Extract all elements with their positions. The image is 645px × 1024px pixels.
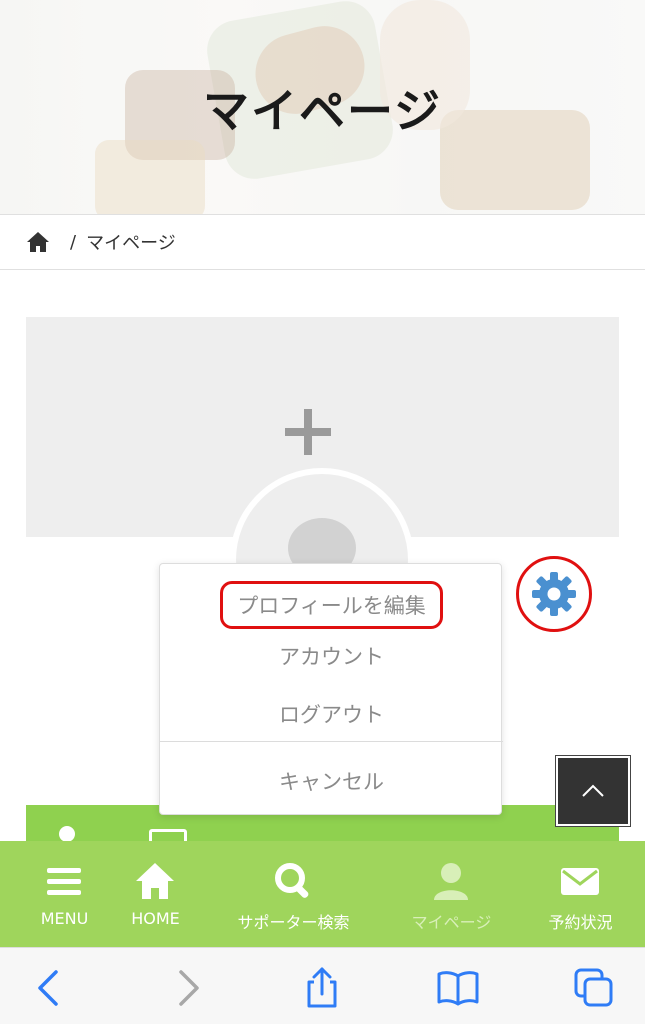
gear-icon [532, 572, 576, 616]
page-title: マイページ [202, 84, 443, 138]
menu-item-cancel[interactable]: キャンセル [160, 766, 503, 796]
nav-label-home: HOME [131, 909, 180, 928]
bottom-nav: MENU HOME サポーター検索 マイページ 予約状況 [0, 841, 645, 947]
forward-icon[interactable] [165, 966, 209, 1010]
chevron-up-icon [582, 784, 604, 797]
browser-toolbar [0, 947, 645, 1024]
breadcrumb-current: マイページ [86, 233, 176, 254]
plus-icon[interactable] [283, 407, 333, 457]
settings-dropdown-menu: プロフィールを編集 アカウント ログアウト キャンセル [159, 563, 503, 815]
hero-banner: マイページ [0, 0, 645, 214]
tabs-icon[interactable] [572, 966, 616, 1010]
highlight-box[interactable]: プロフィールを編集 [220, 581, 443, 629]
menu-item-edit-profile[interactable]: プロフィールを編集 [160, 581, 503, 629]
breadcrumb: / マイページ [0, 214, 645, 270]
back-to-top-button[interactable] [555, 755, 631, 827]
app-root: マイページ / マイページ プロフィールを編集 アカウント ログアウト キャンセ… [0, 0, 645, 1024]
nav-item-search[interactable]: サポーター検索 [229, 841, 358, 947]
bookmarks-icon[interactable] [436, 966, 480, 1010]
user-icon [431, 861, 471, 901]
nav-label-mypage: マイページ [411, 913, 492, 932]
menu-item-account[interactable]: アカウント [160, 641, 503, 671]
nav-label-reservations: 予約状況 [548, 913, 613, 932]
search-icon [273, 861, 313, 901]
nav-item-mypage[interactable]: マイページ [387, 841, 516, 947]
menu-item-logout[interactable]: ログアウト [160, 699, 503, 729]
nav-label-search: サポーター検索 [237, 913, 350, 932]
nav-item-reservations[interactable]: 予約状況 [516, 841, 645, 947]
back-icon[interactable] [28, 966, 72, 1010]
menu-icon [44, 861, 84, 901]
settings-button[interactable] [516, 556, 592, 632]
share-icon[interactable] [300, 966, 344, 1010]
breadcrumb-separator: / [70, 231, 77, 253]
home-icon[interactable] [26, 231, 50, 253]
nav-item-home[interactable]: HOME [91, 841, 220, 947]
mail-icon [560, 861, 600, 901]
menu-divider [160, 741, 503, 742]
home-icon [135, 861, 175, 901]
